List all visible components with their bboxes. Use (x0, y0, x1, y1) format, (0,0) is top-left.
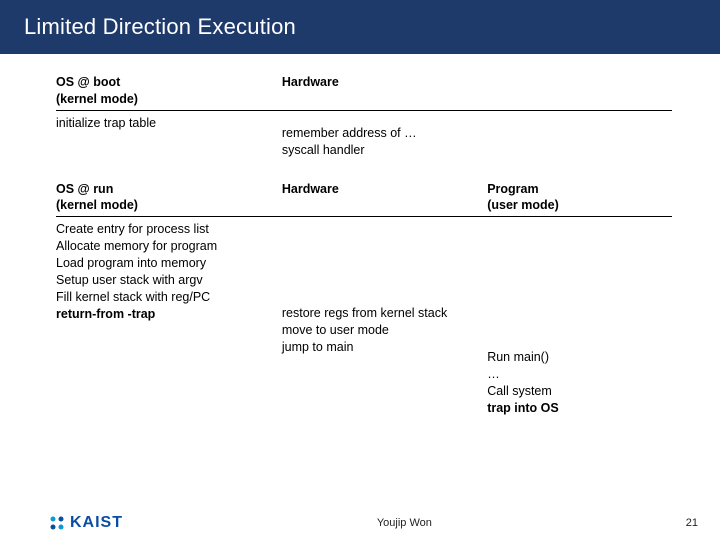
slide-content: OS @ boot(kernel mode) Hardware initiali… (0, 54, 720, 417)
table-header-row: OS @ boot(kernel mode) Hardware (56, 74, 672, 111)
table-row: Create entry for process list Allocate m… (56, 217, 672, 417)
title-banner: Limited Direction Execution (0, 0, 720, 54)
col-header-prog: Program(user mode) (487, 181, 672, 215)
table-row: initialize trap table remember address o… (56, 111, 672, 159)
cell-hw: remember address of …syscall handler (282, 111, 487, 159)
col-header-empty (487, 74, 672, 108)
kaist-logo: KAIST (48, 514, 123, 532)
col-header-os: OS @ run(kernel mode) (56, 181, 282, 215)
cell-os: initialize trap table (56, 111, 282, 159)
cell-prog-steps: Run main() … Call system trap into OS (487, 217, 672, 417)
logo-text: KAIST (70, 514, 123, 532)
page-title: Limited Direction Execution (24, 14, 700, 40)
logo-icon (48, 514, 66, 532)
section-run: OS @ run(kernel mode) Hardware Program(u… (56, 181, 672, 417)
cell-os-steps: Create entry for process list Allocate m… (56, 217, 282, 417)
slide-footer: KAIST Youjip Won 21 (0, 514, 720, 532)
col-header-hw: Hardware (282, 74, 487, 108)
col-header-os: OS @ boot(kernel mode) (56, 74, 282, 108)
section-boot: OS @ boot(kernel mode) Hardware initiali… (56, 74, 672, 159)
cell-hw-steps: restore regs from kernel stack move to u… (282, 217, 487, 417)
author-name: Youjip Won (377, 517, 432, 529)
col-header-hw: Hardware (282, 181, 487, 215)
page-number: 21 (686, 517, 698, 529)
cell-empty (487, 111, 672, 159)
table-header-row: OS @ run(kernel mode) Hardware Program(u… (56, 181, 672, 218)
